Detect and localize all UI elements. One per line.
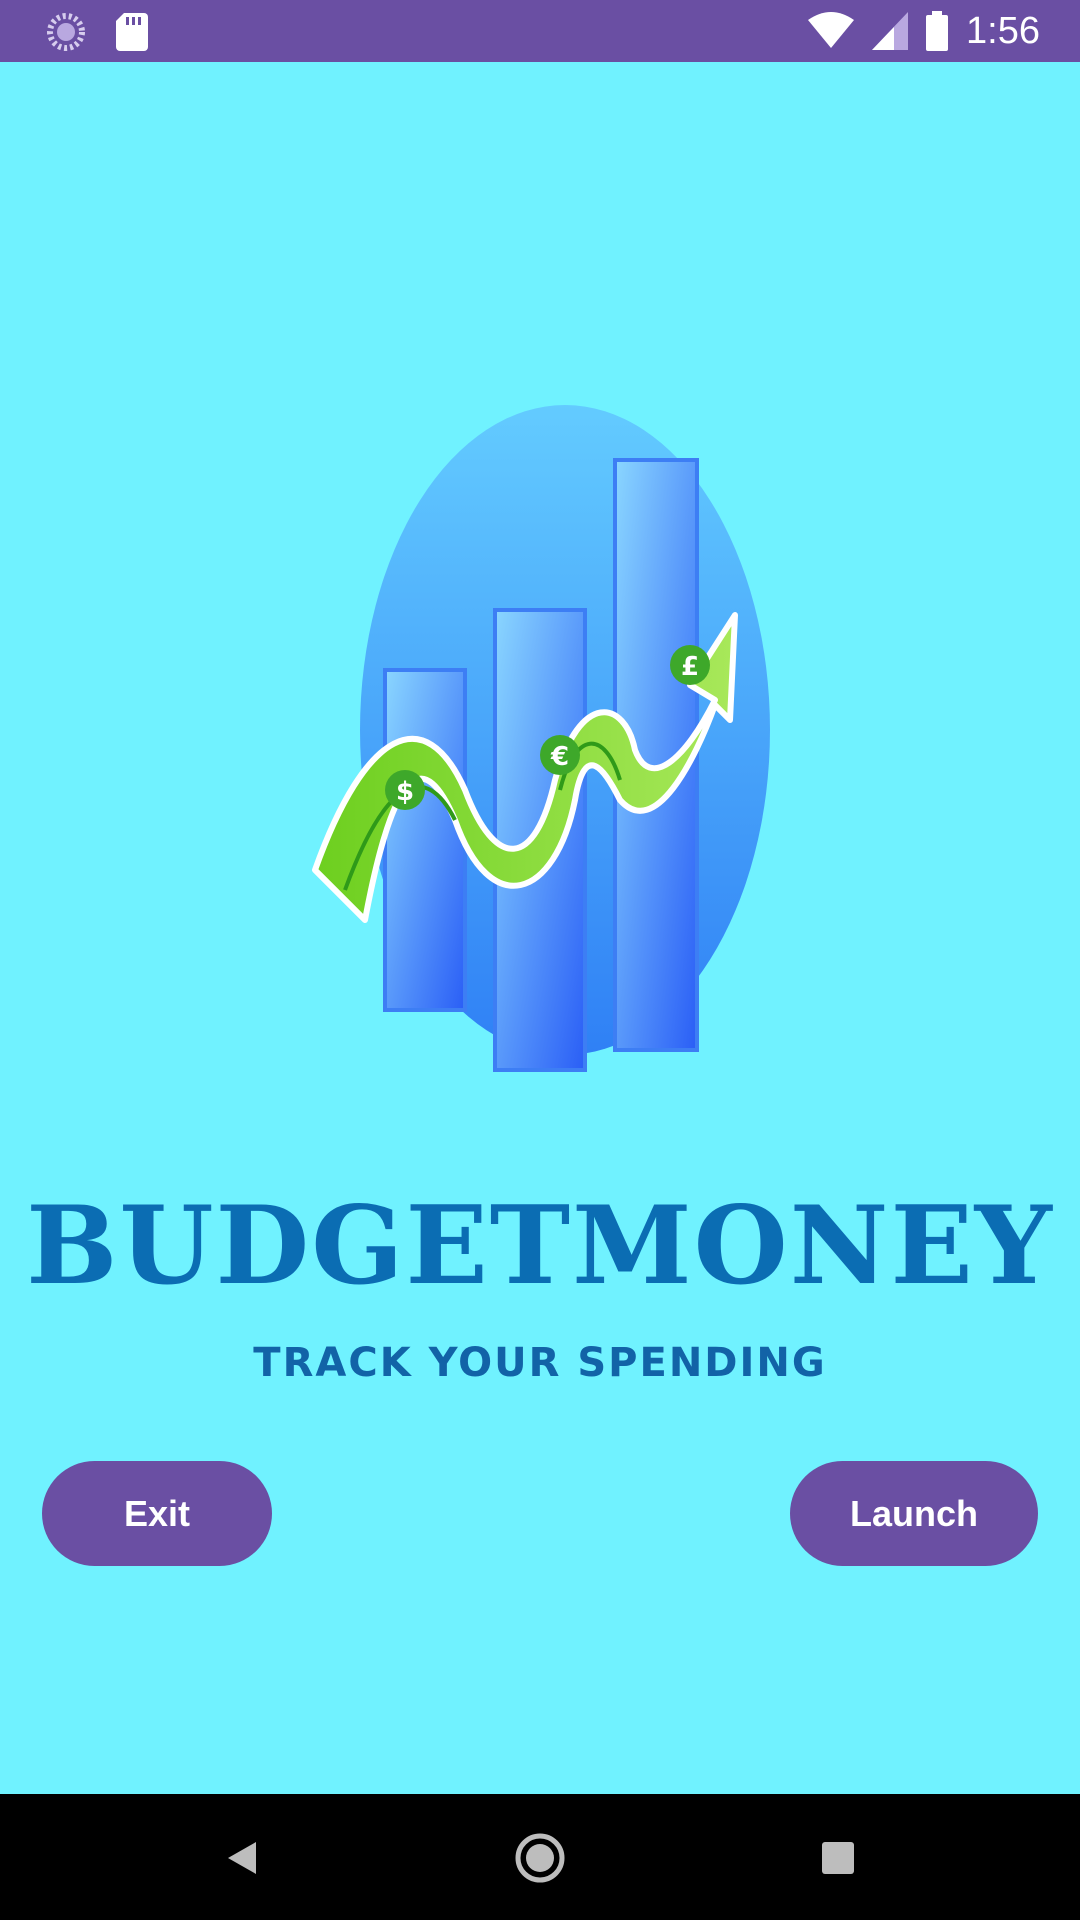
back-button[interactable] [208, 1824, 276, 1892]
home-icon [515, 1833, 565, 1883]
svg-text:$: $ [396, 777, 414, 807]
logo-bar-1 [383, 668, 467, 1012]
budgetmoney-logo: $ € £ [312, 405, 770, 1072]
status-bar: 1:56 [0, 0, 1080, 62]
brand-name: BUDGETMONEY [26, 1183, 1054, 1309]
loading-icon [47, 13, 85, 51]
status-time: 1:56 [966, 10, 1040, 52]
home-button[interactable] [506, 1824, 574, 1892]
back-icon [228, 1842, 256, 1874]
battery-icon [926, 11, 949, 51]
svg-text:£: £ [681, 652, 699, 682]
sd-card-icon [116, 13, 148, 51]
recents-button[interactable] [804, 1824, 872, 1892]
wifi-icon [808, 12, 855, 48]
recents-icon [822, 1842, 854, 1874]
exit-button[interactable]: Exit [42, 1461, 272, 1566]
signal-icon [872, 12, 909, 50]
launch-button[interactable]: Launch [790, 1461, 1038, 1566]
navigation-bar [0, 1794, 1080, 1920]
tagline: TRACK YOUR SPENDING [253, 1340, 827, 1386]
svg-text:€: € [550, 742, 569, 772]
